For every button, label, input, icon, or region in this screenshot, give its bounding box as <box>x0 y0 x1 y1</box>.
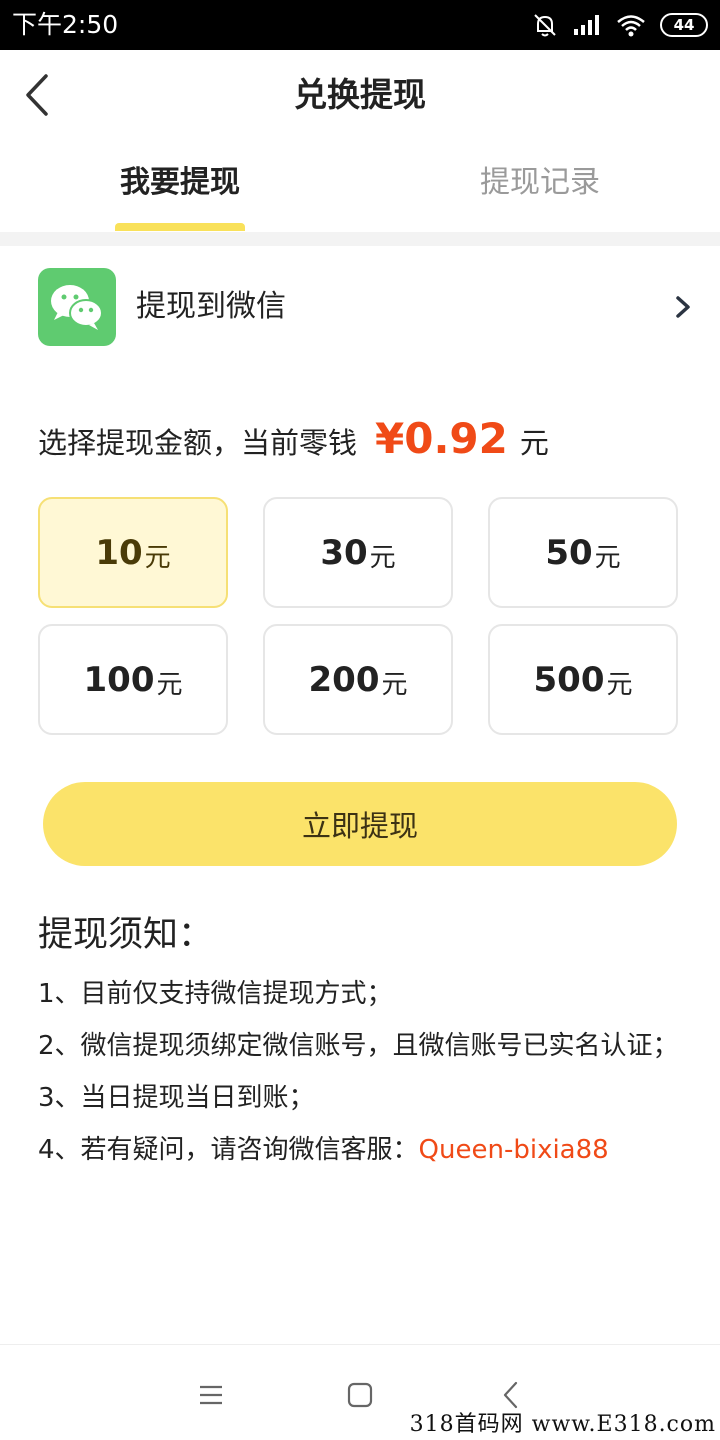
balance-amount: ¥0.92 <box>375 414 508 463</box>
amount-value: 200 <box>308 659 380 700</box>
status-time: 下午2:50 <box>12 10 119 39</box>
customer-service-id: Queen-bixia88 <box>418 1135 609 1165</box>
tab-withdraw[interactable]: 我要提现 <box>60 160 300 206</box>
amount-unit: 元 <box>594 543 621 573</box>
withdraw-now-button[interactable]: 立即提现 <box>43 782 677 866</box>
notice-contact-prefix: 4、若有疑问，请咨询微信客服： <box>38 1135 419 1165</box>
payout-method-row[interactable]: 提现到微信 <box>0 246 720 366</box>
section-divider <box>0 232 720 246</box>
amount-unit: 元 <box>381 670 408 700</box>
amount-value: 500 <box>533 659 605 700</box>
battery-level: 44 <box>673 16 695 34</box>
tab-bar: 我要提现 提现记录 <box>0 140 720 232</box>
tab-records[interactable]: 提现记录 <box>420 160 660 206</box>
amount-unit: 元 <box>156 670 183 700</box>
amount-value: 50 <box>545 532 593 573</box>
amount-value: 100 <box>83 659 155 700</box>
balance-line: 选择提现金额，当前零钱 ¥0.92 元 <box>38 414 549 474</box>
battery-icon: 44 <box>660 13 708 37</box>
mute-bell-icon <box>534 14 556 37</box>
page-title: 兑换提现 <box>294 75 426 114</box>
home-icon[interactable] <box>340 1375 380 1415</box>
amount-option-100[interactable]: 100 元 <box>38 624 228 735</box>
system-nav-bar: 318首码网 www.E318.com <box>0 1344 720 1440</box>
status-icons: 44 <box>532 10 708 40</box>
amount-unit: 元 <box>369 543 396 573</box>
watermark: 318首码网 www.E318.com <box>409 1412 716 1437</box>
amount-option-10[interactable]: 10 元 <box>38 497 228 608</box>
wifi-icon <box>617 15 645 37</box>
chevron-right-icon <box>676 296 690 318</box>
amount-value: 10 <box>95 532 143 573</box>
notice-item: 3、当日提现当日到账； <box>38 1083 315 1113</box>
amount-option-30[interactable]: 30 元 <box>263 497 453 608</box>
balance-label: 选择提现金额，当前零钱 <box>38 426 358 460</box>
amount-option-50[interactable]: 50 元 <box>488 497 678 608</box>
amount-value: 30 <box>320 532 368 573</box>
amount-option-500[interactable]: 500 元 <box>488 624 678 735</box>
amount-unit: 元 <box>144 543 171 573</box>
signal-icon <box>574 15 599 35</box>
payout-method-label: 提现到微信 <box>136 289 286 324</box>
notice-item: 2、微信提现须绑定微信账号，且微信账号已实名认证； <box>38 1031 679 1061</box>
notice-list: 1、目前仅支持微信提现方式； 2、微信提现须绑定微信账号，且微信账号已实名认证；… <box>38 968 698 1176</box>
notice-item: 1、目前仅支持微信提现方式； <box>38 979 393 1009</box>
menu-icon[interactable] <box>190 1375 230 1415</box>
status-bar: 下午2:50 44 <box>0 0 720 50</box>
notice-item-contact: 4、若有疑问，请咨询微信客服：Queen-bixia88 <box>38 1124 698 1176</box>
active-tab-indicator <box>115 223 245 231</box>
amount-option-200[interactable]: 200 元 <box>263 624 453 735</box>
wechat-icon <box>38 268 116 346</box>
top-bar: 兑换提现 <box>0 50 720 140</box>
amount-unit: 元 <box>606 670 633 700</box>
balance-unit: 元 <box>519 426 549 460</box>
notice-title: 提现须知： <box>38 915 214 955</box>
